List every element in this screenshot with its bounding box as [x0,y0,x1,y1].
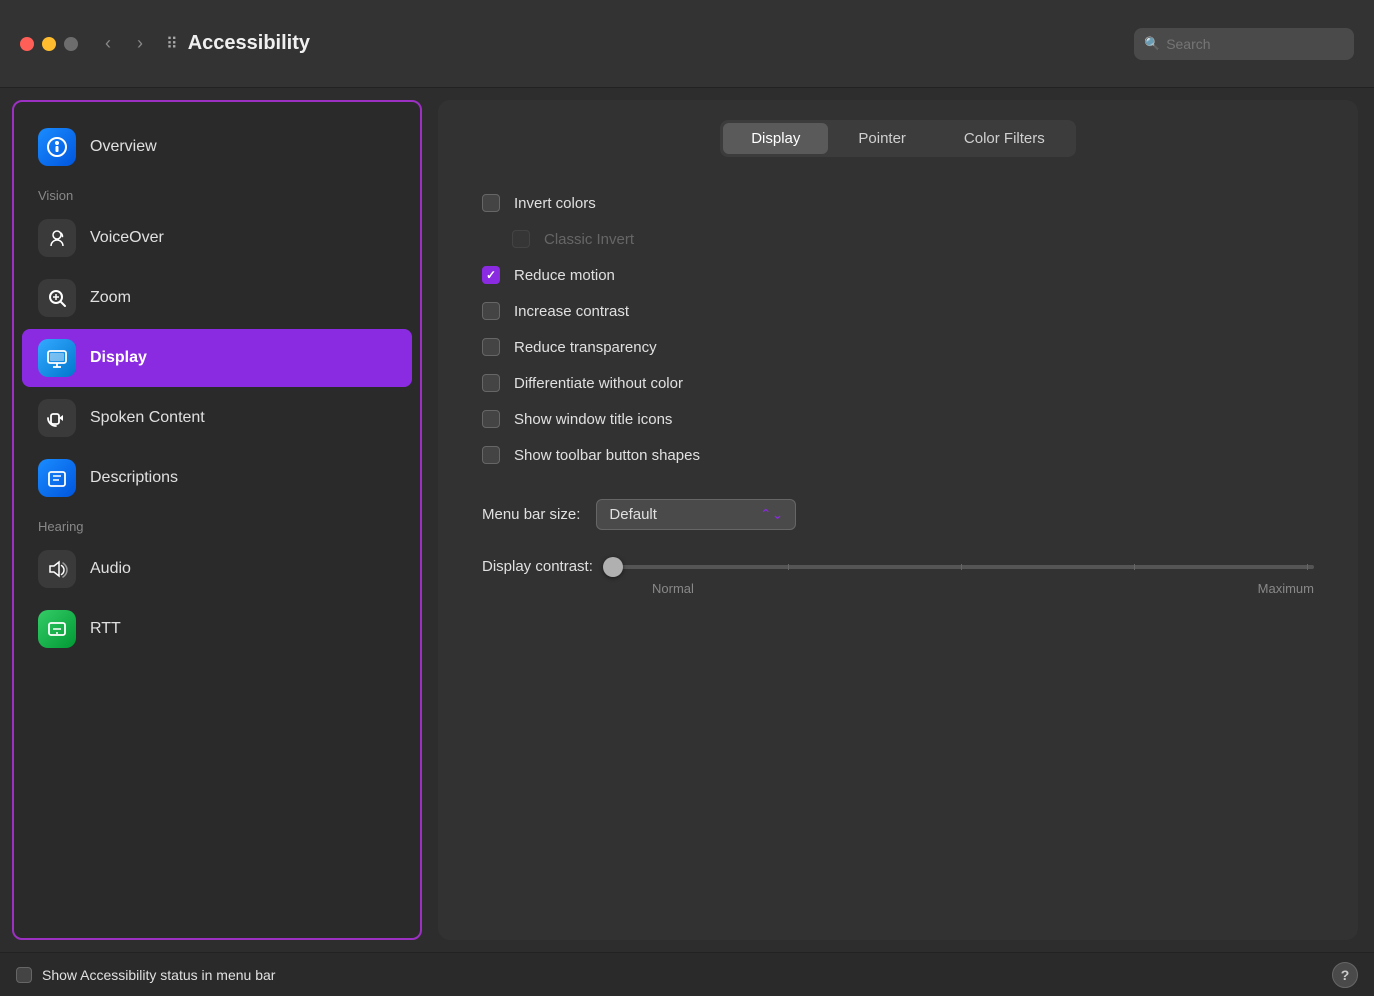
show-window-title-row: Show window title icons [482,401,1314,437]
traffic-lights [20,37,78,51]
sidebar-item-descriptions[interactable]: Descriptions [22,449,412,507]
sidebar-item-label: RTT [90,620,121,638]
rtt-icon [38,610,76,648]
increase-contrast-checkbox[interactable] [482,302,500,320]
search-input[interactable] [1166,36,1344,52]
show-window-title-checkbox[interactable] [482,410,500,428]
differentiate-checkbox[interactable] [482,374,500,392]
maximize-button[interactable] [64,37,78,51]
sidebar-item-spoken-content[interactable]: Spoken Content [22,389,412,447]
classic-invert-row: Classic Invert [482,221,1314,257]
dropdown-arrows-icon: ⌃⌄ [760,506,783,523]
window-title: Accessibility [188,32,310,55]
vision-section-header: Vision [14,178,420,207]
sidebar-item-label: VoiceOver [90,229,164,247]
slider-normal-label: Normal [652,581,694,596]
settings-area: Invert colors Classic Invert ✓ Reduce mo… [462,185,1334,610]
grid-icon[interactable]: ⠿ [166,34,178,54]
show-accessibility-status-label: Show Accessibility status in menu bar [42,967,275,983]
increase-contrast-label: Increase contrast [514,303,629,320]
menu-bar-value: Default [609,506,657,523]
reduce-motion-label: Reduce motion [514,267,615,284]
show-toolbar-row: Show toolbar button shapes [482,437,1314,473]
voiceover-icon [38,219,76,257]
show-accessibility-status-checkbox[interactable] [16,967,32,983]
tabs-container: Display Pointer Color Filters [462,120,1334,157]
reduce-motion-row: ✓ Reduce motion [482,257,1314,293]
invert-colors-row: Invert colors [482,185,1314,221]
reduce-transparency-label: Reduce transparency [514,339,657,356]
menu-bar-dropdown[interactable]: Default ⌃⌄ [596,499,796,530]
increase-contrast-row: Increase contrast [482,293,1314,329]
back-button[interactable]: ‹ [94,30,122,58]
slider-labels: Normal Maximum [482,581,1314,596]
classic-invert-label: Classic Invert [544,231,634,248]
menu-bar-size-row: Menu bar size: Default ⌃⌄ [482,485,1314,544]
slider-maximum-label: Maximum [1258,581,1314,596]
tab-color-filters[interactable]: Color Filters [936,123,1073,154]
sidebar-item-label: Descriptions [90,469,178,487]
display-contrast-row: Display contrast: [482,558,1314,575]
show-window-title-label: Show window title icons [514,411,672,428]
display-contrast-section: Display contrast: [482,544,1314,610]
sidebar-item-rtt[interactable]: RTT [22,600,412,658]
differentiate-row: Differentiate without color [482,365,1314,401]
show-toolbar-checkbox[interactable] [482,446,500,464]
sidebar-item-label: Spoken Content [90,409,205,427]
display-contrast-label: Display contrast: [482,558,593,575]
descriptions-icon [38,459,76,497]
bottom-bar: Show Accessibility status in menu bar ? [0,952,1374,996]
forward-button[interactable]: › [126,30,154,58]
contrast-slider-track[interactable] [609,565,1314,569]
panel-inner: Display Pointer Color Filters Invert col… [438,100,1358,940]
spoken-icon [38,399,76,437]
sidebar-item-overview[interactable]: Overview [22,118,412,176]
titlebar: ‹ › ⠿ Accessibility 🔍 [0,0,1374,88]
show-toolbar-label: Show toolbar button shapes [514,447,700,464]
tab-pointer[interactable]: Pointer [830,123,934,154]
search-box[interactable]: 🔍 [1134,28,1354,60]
sidebar-item-label: Audio [90,560,131,578]
slider-ticks [609,564,1314,570]
nav-buttons: ‹ › [94,30,154,58]
reduce-transparency-checkbox[interactable] [482,338,500,356]
invert-colors-checkbox[interactable] [482,194,500,212]
classic-invert-checkbox[interactable] [512,230,530,248]
sidebar: Overview Vision VoiceOver [12,100,422,940]
hearing-section-header: Hearing [14,509,420,538]
sidebar-item-voiceover[interactable]: VoiceOver [22,209,412,267]
accessibility-status-row: Show Accessibility status in menu bar [16,967,275,983]
main-content: Overview Vision VoiceOver [0,88,1374,952]
search-icon: 🔍 [1144,36,1160,52]
sidebar-item-label: Overview [90,138,157,156]
tab-group: Display Pointer Color Filters [720,120,1076,157]
overview-icon [38,128,76,166]
sidebar-item-zoom[interactable]: Zoom [22,269,412,327]
sidebar-item-display[interactable]: Display [22,329,412,387]
contrast-slider-thumb[interactable] [603,557,623,577]
checkmark-icon: ✓ [486,268,496,282]
sidebar-item-audio[interactable]: Audio [22,540,412,598]
display-icon [38,339,76,377]
right-panel: Display Pointer Color Filters Invert col… [422,88,1374,952]
reduce-transparency-row: Reduce transparency [482,329,1314,365]
minimize-button[interactable] [42,37,56,51]
tab-display[interactable]: Display [723,123,828,154]
audio-icon [38,550,76,588]
sidebar-item-label: Display [90,349,147,367]
close-button[interactable] [20,37,34,51]
reduce-motion-checkbox[interactable]: ✓ [482,266,500,284]
sidebar-item-label: Zoom [90,289,131,307]
differentiate-label: Differentiate without color [514,375,683,392]
zoom-icon [38,279,76,317]
menu-bar-label: Menu bar size: [482,506,580,523]
invert-colors-label: Invert colors [514,195,596,212]
help-button[interactable]: ? [1332,962,1358,988]
